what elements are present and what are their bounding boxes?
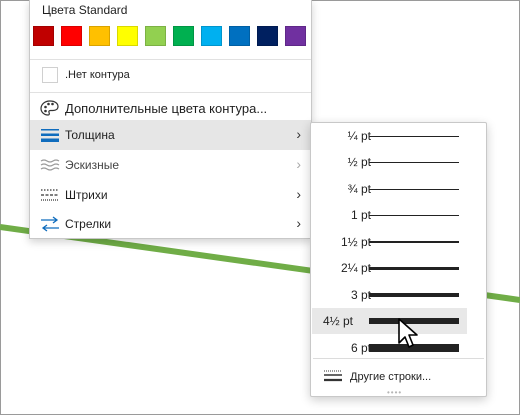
weight-option[interactable]: 2¼ pt: [312, 255, 485, 281]
weight-line-preview: [369, 162, 459, 163]
weight-option-label: 2¼ pt: [340, 261, 371, 275]
weight-option-label: 6 pt: [350, 341, 371, 355]
weight-line-preview: [369, 241, 459, 243]
color-swatch[interactable]: [173, 26, 194, 46]
color-swatch[interactable]: [257, 26, 278, 46]
weight-label: Толщина: [65, 128, 115, 142]
outline-menu: Цвета Standard .Нет контура Дополнительн…: [29, 0, 312, 239]
weight-option-label: ½ pt: [347, 155, 371, 169]
weight-option[interactable]: 4½ pt: [312, 308, 467, 334]
weight-option[interactable]: 1½ pt: [312, 229, 485, 255]
weight-option[interactable]: ¼ pt: [312, 123, 485, 149]
dashes-item[interactable]: Штрихи ›: [30, 180, 311, 210]
weight-line-preview: [369, 136, 459, 137]
more-outline-colors-item[interactable]: Дополнительные цвета контура...: [30, 93, 311, 123]
sketched-label: Эскизные: [65, 158, 120, 172]
sketch-icon: [40, 159, 60, 171]
weight-option-label: 1 pt: [350, 208, 371, 222]
weight-line-preview: [369, 189, 459, 190]
weight-line-preview: [369, 267, 459, 270]
more-lines-label: Другие строки...: [350, 371, 432, 383]
weight-option[interactable]: 3 pt: [312, 282, 485, 308]
weight-submenu: Другие строки... •••• ¼ pt ½ pt ¾ pt 1 pt 1½…: [310, 122, 487, 397]
dashes-label: Штрихи: [65, 188, 108, 202]
standard-color-swatches: [33, 26, 313, 46]
weight-option-label: ¼ pt: [347, 129, 371, 143]
more-lines-icon: [324, 370, 342, 382]
line-weight-icon: [41, 129, 59, 142]
chevron-right-icon: ›: [296, 186, 301, 202]
color-swatch[interactable]: [61, 26, 82, 46]
more-outline-colors-label: Дополнительные цвета контура...: [65, 101, 268, 116]
color-swatch[interactable]: [145, 26, 166, 46]
weight-line-preview: [369, 215, 459, 216]
dashes-icon: [41, 189, 59, 201]
color-swatch[interactable]: [285, 26, 306, 46]
chevron-right-icon: ›: [296, 126, 301, 142]
color-swatch[interactable]: [229, 26, 250, 46]
more-lines-item[interactable]: Другие строки...: [312, 365, 485, 389]
no-outline-item[interactable]: .Нет контура: [30, 63, 311, 89]
weight-option[interactable]: 1 pt: [312, 202, 485, 228]
weight-line-preview: [369, 293, 459, 297]
palette-icon: [40, 100, 59, 116]
arrows-item[interactable]: Стрелки ›: [30, 209, 311, 239]
weight-option-label: 3 pt: [350, 288, 371, 302]
color-swatch[interactable]: [117, 26, 138, 46]
chevron-right-icon: ›: [296, 156, 301, 172]
standard-colors-title: Цвета Standard: [42, 3, 128, 17]
chevron-right-icon: ›: [296, 215, 301, 231]
color-swatch[interactable]: [33, 26, 54, 46]
no-outline-label: .Нет контура: [65, 69, 130, 81]
sketched-item[interactable]: Эскизные ›: [30, 150, 311, 180]
resize-grip[interactable]: ••••: [387, 388, 402, 397]
no-outline-checkbox: [42, 67, 58, 83]
weight-option-label: 1½ pt: [340, 235, 371, 249]
mouse-pointer-icon: [398, 318, 418, 348]
weight-option-label: 4½ pt: [322, 314, 353, 328]
weight-option-label: ¾ pt: [347, 182, 371, 196]
weight-option[interactable]: ¾ pt: [312, 176, 485, 202]
weight-option[interactable]: ½ pt: [312, 149, 485, 175]
menu-separator: [30, 59, 311, 60]
arrows-label: Стрелки: [65, 217, 112, 231]
color-swatch[interactable]: [201, 26, 222, 46]
arrows-icon: [41, 216, 59, 232]
weight-item[interactable]: Толщина ›: [30, 120, 311, 150]
color-swatch[interactable]: [89, 26, 110, 46]
